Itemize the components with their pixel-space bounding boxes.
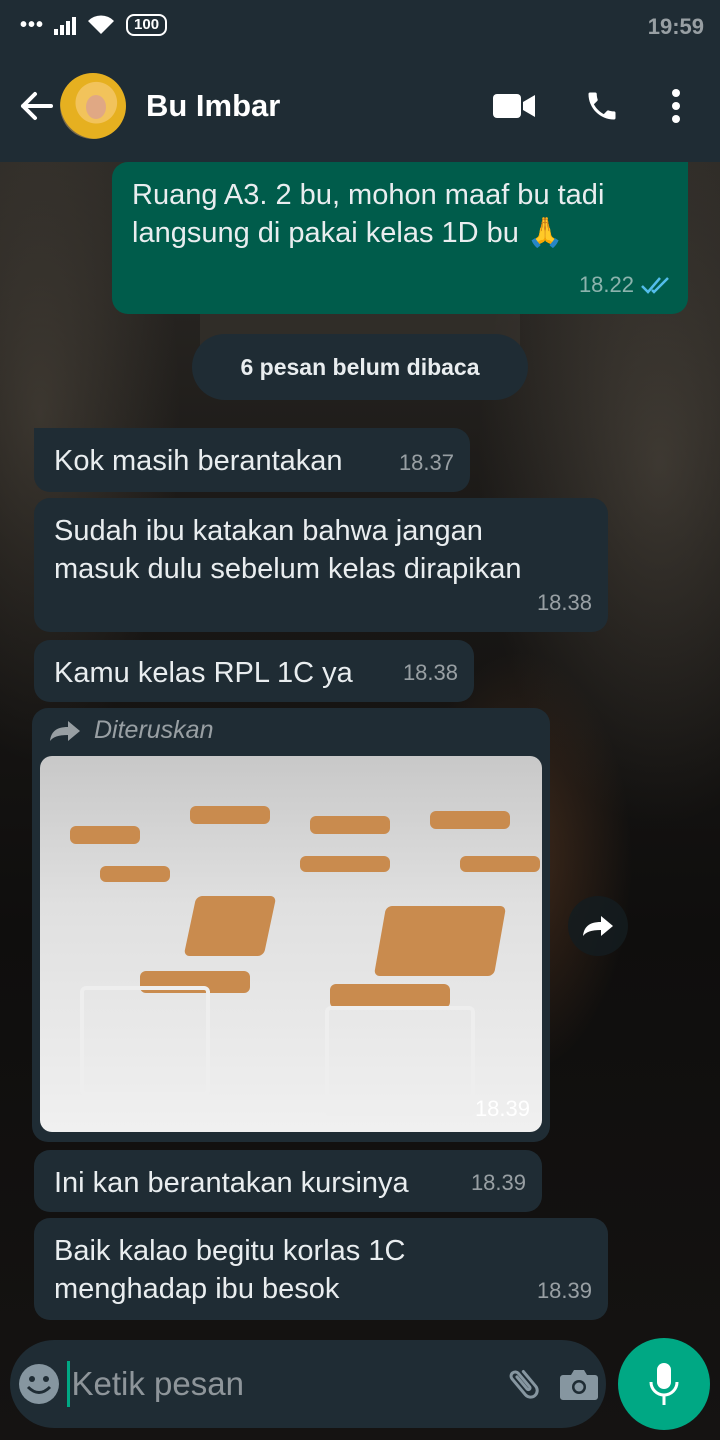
chat-header: Bu Imbar <box>0 50 720 162</box>
emoji-button[interactable] <box>10 1362 67 1406</box>
message-time: 18.39 <box>470 1170 526 1195</box>
message-text-line: Sudah ibu katakan bahwa jangan <box>54 515 483 547</box>
message-composer <box>10 1340 606 1428</box>
double-check-icon <box>641 277 669 294</box>
message-incoming[interactable]: Sudah ibu katakan bahwa jangan masuk dul… <box>34 498 608 632</box>
forward-button[interactable] <box>568 896 628 956</box>
camera-icon <box>559 1370 598 1400</box>
message-text-line: Kamu kelas RPL 1C ya <box>54 657 353 689</box>
voice-record-button[interactable] <box>618 1338 710 1430</box>
message-text-line: langsung di pakai kelas 1D bu 🙏 <box>132 217 564 249</box>
message-incoming[interactable]: Kok masih berantakan 18.37 <box>34 428 470 492</box>
message-outgoing[interactable]: Ruang A3. 2 bu, mohon maaf bu tadi langs… <box>112 162 688 314</box>
classroom-chairs-photo[interactable]: 18.39 <box>40 756 542 1132</box>
message-text-line: menghadap ibu besok <box>54 1273 340 1305</box>
video-call-icon <box>493 94 535 118</box>
phone-icon <box>588 92 616 120</box>
attach-button[interactable] <box>497 1364 552 1404</box>
attach-icon <box>509 1370 539 1399</box>
text-cursor <box>67 1361 70 1407</box>
emoji-icon <box>18 1364 59 1404</box>
chat-area[interactable]: Ruang A3. 2 bu, mohon maaf bu tadi langs… <box>0 162 720 1440</box>
status-time: 19:59 <box>647 14 704 39</box>
back-arrow-icon <box>21 92 53 120</box>
unread-messages-banner: 6 pesan belum dibaca <box>192 334 528 400</box>
message-time: 18.39 <box>474 1096 530 1121</box>
notification-dots: ••• <box>20 13 45 36</box>
voice-call-button[interactable] <box>558 88 646 124</box>
message-time: 18.38 <box>402 660 458 685</box>
message-input[interactable] <box>71 1365 497 1403</box>
camera-button[interactable] <box>551 1367 606 1401</box>
forwarded-text: Diteruskan <box>94 716 214 744</box>
mic-icon <box>649 1363 679 1405</box>
message-text-line: Baik kalao begitu korlas 1C <box>54 1235 406 1267</box>
avatar[interactable] <box>60 73 126 139</box>
contact-name[interactable]: Bu Imbar <box>146 88 470 124</box>
back-button[interactable] <box>6 91 66 121</box>
status-bar: 19:59 ••• 100 <box>0 0 720 50</box>
message-incoming[interactable]: Baik kalao begitu korlas 1C menghadap ib… <box>34 1218 608 1320</box>
message-incoming[interactable]: Ini kan berantakan kursinya 18.39 <box>34 1150 542 1212</box>
message-time: 18.22 <box>579 266 672 304</box>
signal-icon <box>54 15 77 35</box>
message-time: 18.38 <box>536 590 592 615</box>
message-text-line: masuk dulu sebelum kelas dirapikan <box>54 553 522 585</box>
wifi-icon <box>88 15 115 34</box>
message-text-line: Ruang A3. 2 bu, mohon maaf bu tadi <box>132 179 605 211</box>
forwarded-label: Diteruskan <box>48 716 214 745</box>
message-time: 18.37 <box>398 450 454 475</box>
video-call-button[interactable] <box>470 92 558 120</box>
forward-icon <box>583 916 613 936</box>
forwarded-image-message[interactable]: Diteruskan 18.39 <box>32 708 550 1142</box>
message-text-line: Kok masih berantakan <box>54 445 343 477</box>
forward-icon <box>50 720 80 741</box>
battery-indicator: 100 <box>126 14 168 36</box>
more-vert-icon <box>672 89 680 123</box>
message-text-line: Ini kan berantakan kursinya <box>54 1167 409 1199</box>
message-time-text: 18.22 <box>578 272 634 297</box>
message-incoming[interactable]: Kamu kelas RPL 1C ya 18.38 <box>34 640 474 702</box>
more-options-button[interactable] <box>646 89 706 123</box>
message-time: 18.39 <box>536 1278 592 1303</box>
